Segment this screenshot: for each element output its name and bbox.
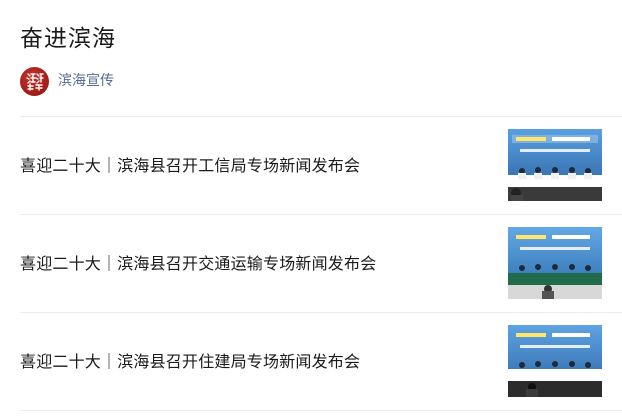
press-conference-thumbnail-icon (508, 129, 602, 201)
page-title: 奋进滨海 (20, 26, 116, 52)
account-info[interactable]: 滨海宣传 (20, 66, 114, 96)
article-thumbnail[interactable] (508, 227, 602, 299)
article-title[interactable]: 喜迎二十大｜滨海县召开工信局专场新闻发布会 (20, 154, 360, 178)
article-item[interactable]: 喜迎二十大｜滨海县召开住建局专场新闻发布会 (20, 313, 622, 410)
seal-logo-icon (26, 72, 44, 91)
article-item[interactable]: 喜迎二十大｜滨海县召开工信局专场新闻发布会 (20, 117, 622, 214)
account-avatar[interactable] (20, 66, 49, 96)
article-thumbnail[interactable] (508, 129, 602, 201)
press-conference-thumbnail-icon (508, 325, 602, 397)
divider (20, 410, 622, 411)
article-collection-page: 奋进滨海 滨海宣传 喜迎二十大｜滨海县召开工信局专场新闻发布会 喜迎二十大｜滨海… (0, 0, 622, 417)
article-title[interactable]: 喜迎二十大｜滨海县召开住建局专场新闻发布会 (20, 350, 360, 374)
article-list: 喜迎二十大｜滨海县召开工信局专场新闻发布会 喜迎二十大｜滨海县召开交通运输专场新… (20, 116, 622, 411)
article-thumbnail[interactable] (508, 325, 602, 397)
press-conference-thumbnail-icon (508, 227, 602, 299)
article-title[interactable]: 喜迎二十大｜滨海县召开交通运输专场新闻发布会 (20, 252, 376, 276)
account-name-link[interactable]: 滨海宣传 (58, 66, 114, 96)
article-item[interactable]: 喜迎二十大｜滨海县召开交通运输专场新闻发布会 (20, 215, 622, 312)
